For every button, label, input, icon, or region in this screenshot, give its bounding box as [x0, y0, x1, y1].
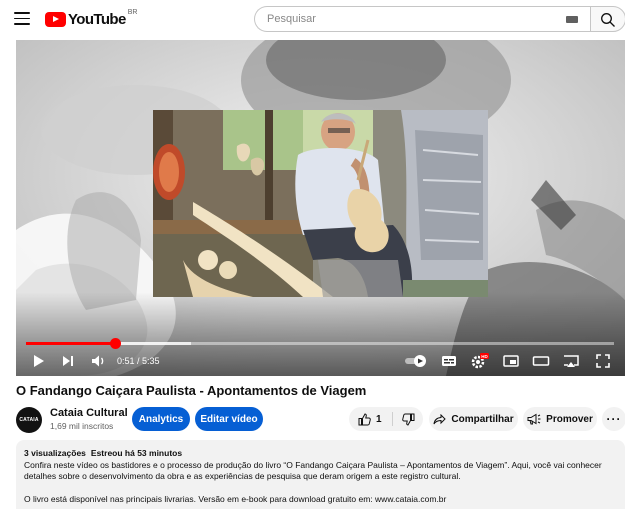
thumbs-down-icon: [401, 413, 414, 426]
description-box[interactable]: 3 visualizações Estreou há 53 minutos Con…: [16, 440, 625, 509]
analytics-button[interactable]: Analytics: [132, 407, 190, 431]
more-actions-icon: ···: [606, 412, 622, 426]
hamburger-menu-icon[interactable]: [14, 12, 30, 25]
masthead: YouTube BR: [0, 0, 625, 40]
like-separator: [392, 412, 393, 426]
like-dislike-group: 1: [349, 407, 423, 431]
search-box: [254, 6, 590, 32]
keyboard-icon[interactable]: [566, 16, 578, 23]
channel-avatar[interactable]: CATAIA: [16, 407, 42, 433]
time-total: 5:35: [142, 356, 160, 366]
progress-buffered: [115, 342, 191, 345]
dislike-button[interactable]: [395, 407, 421, 431]
like-button[interactable]: 1: [349, 407, 391, 431]
progress-played: [26, 342, 116, 345]
cast-airplay-icon[interactable]: [562, 352, 580, 370]
like-count: 1: [376, 413, 382, 425]
share-button[interactable]: Compartilhar: [429, 407, 518, 431]
theater-mode-icon[interactable]: [532, 352, 550, 370]
svg-text:HD: HD: [481, 354, 488, 359]
youtube-logo[interactable]: YouTube BR: [45, 9, 137, 29]
fullscreen-icon[interactable]: [594, 352, 612, 370]
volume-icon[interactable]: [90, 352, 108, 370]
view-count: 3 visualizações: [24, 448, 86, 458]
share-arrow-icon: [433, 413, 447, 424]
avatar-text: CATAIA: [19, 417, 39, 423]
progress-bar[interactable]: [26, 338, 614, 349]
promote-label: Promover: [546, 413, 593, 425]
luthier-scene: [153, 110, 488, 297]
subtitles-icon[interactable]: [440, 352, 458, 370]
edit-video-label: Editar vídeo: [200, 413, 258, 425]
logo-country-code: BR: [127, 8, 138, 16]
video-title: O Fandango Caiçara Paulista - Apontament…: [16, 383, 367, 398]
thumbs-up-icon: [358, 412, 371, 425]
youtube-play-logo-icon: [45, 11, 66, 27]
description-meta: 3 visualizações Estreou há 53 minutos: [24, 448, 617, 460]
logo-wordmark: YouTube: [68, 10, 126, 28]
edit-video-button[interactable]: Editar vídeo: [195, 407, 263, 431]
promote-megaphone-icon: [527, 413, 541, 425]
video-player[interactable]: 0:51 / 5:35 HD: [16, 40, 625, 376]
more-actions-button[interactable]: ···: [602, 407, 625, 431]
time-display: 0:51 / 5:35: [117, 356, 160, 366]
promote-button[interactable]: Promover: [523, 407, 597, 431]
channel-name[interactable]: Cataia Cultural: [50, 407, 128, 419]
subscriber-count: 1,69 mil inscritos: [50, 421, 114, 431]
video-inset-image: [153, 110, 488, 297]
description-text: Confira neste vídeo os bastidores e o pr…: [24, 459, 602, 482]
premiere-time: Estreou há 53 minutos: [90, 448, 183, 458]
search-icon: [601, 13, 615, 27]
settings-gear-icon[interactable]: HD: [470, 352, 490, 370]
next-video-icon[interactable]: [61, 352, 75, 370]
time-separator: /: [134, 356, 143, 366]
analytics-label: Analytics: [138, 413, 184, 425]
time-current: 0:51: [117, 356, 135, 366]
play-icon[interactable]: [32, 352, 46, 370]
share-label: Compartilhar: [451, 413, 514, 425]
description-book-info: O livro está disponível nas principais l…: [24, 493, 447, 504]
miniplayer-icon[interactable]: [502, 352, 520, 370]
search-button[interactable]: [590, 6, 625, 32]
player-controls: 0:51 / 5:35 HD: [16, 346, 625, 376]
search-input[interactable]: [267, 13, 547, 25]
autoplay-toggle-icon[interactable]: [404, 352, 428, 370]
